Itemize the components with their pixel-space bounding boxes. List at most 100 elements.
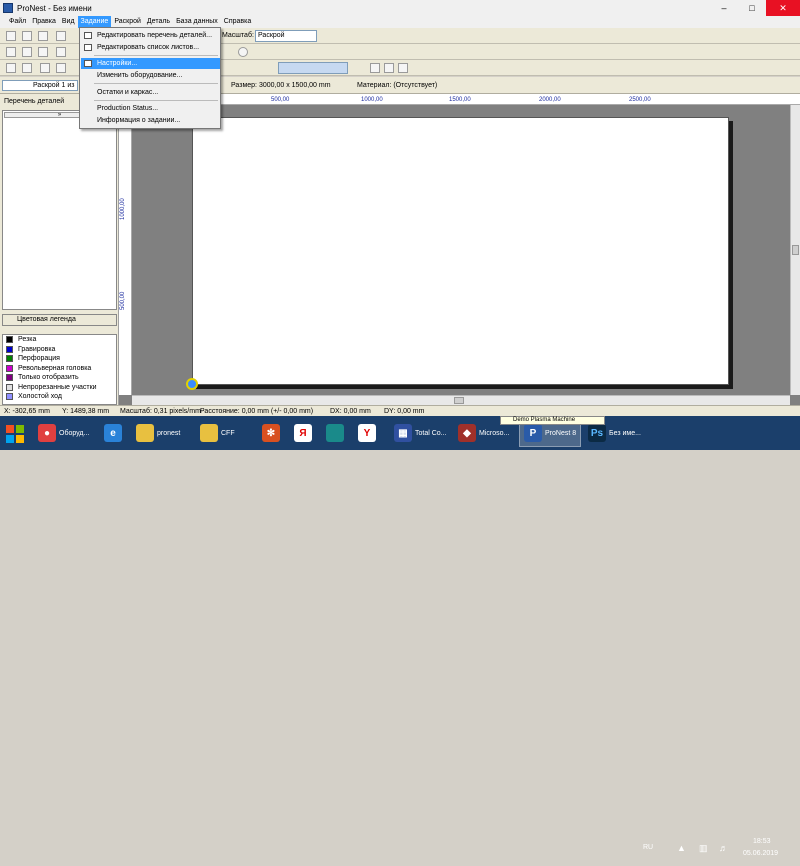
folder-icon bbox=[136, 424, 154, 442]
menu-edit[interactable]: Правка bbox=[29, 16, 59, 28]
status-distance: Расстояние: 0,00 mm (+/- 0,00 mm) bbox=[200, 408, 314, 415]
legend-item: Только отобразить bbox=[3, 373, 116, 383]
taskbar: ● Оборуд... e pronest CFF ✻ Я Y ▦ Total Co… bbox=[0, 416, 800, 857]
network-icon[interactable]: ▥ bbox=[699, 843, 708, 854]
print-icon[interactable] bbox=[56, 31, 66, 41]
legend-item: Холостой ход bbox=[3, 392, 116, 402]
taskbar-chrome[interactable]: ● Оборуд... bbox=[34, 419, 94, 447]
swatch-icon bbox=[6, 383, 13, 391]
menu-view[interactable]: Вид bbox=[59, 16, 78, 28]
swatch-icon bbox=[6, 364, 13, 372]
access-icon: ◆ bbox=[458, 424, 476, 442]
taskbar-folder-pronest[interactable]: pronest bbox=[132, 419, 192, 447]
swatch-icon bbox=[6, 393, 13, 401]
align-right-icon[interactable] bbox=[398, 63, 408, 73]
menu-item-change-machine[interactable]: Изменить оборудование... bbox=[81, 70, 220, 81]
scale-select[interactable]: Раскрой bbox=[255, 30, 317, 42]
language-indicator[interactable]: RU bbox=[643, 844, 653, 851]
origin-icon bbox=[186, 378, 198, 390]
clock-date[interactable]: 05.06.2019 bbox=[743, 850, 778, 857]
menu-file[interactable]: Файл bbox=[6, 16, 29, 28]
taskbar-tablet-app[interactable] bbox=[322, 419, 350, 447]
legend-item: Резка bbox=[3, 335, 116, 345]
system-tray: RU ▲ ▥ ♬ 18:53 05.06.2019 bbox=[635, 832, 800, 866]
menu-item-job-info[interactable]: Информация о задании... bbox=[81, 115, 220, 126]
swatch-icon bbox=[6, 336, 13, 344]
status-bar: X: -302,65 mm Y: 1489,38 mm Масштаб: 0,3… bbox=[0, 405, 800, 416]
undo-icon[interactable] bbox=[6, 63, 16, 73]
status-dx: DX: 0,00 mm bbox=[330, 408, 371, 415]
menu-help[interactable]: Справка bbox=[221, 16, 254, 28]
totalcmd-icon: ▦ bbox=[394, 424, 412, 442]
cut-icon[interactable] bbox=[6, 47, 16, 57]
legend-item: Гравировка bbox=[3, 345, 116, 355]
save-icon[interactable] bbox=[38, 31, 48, 41]
checkbox-icon bbox=[84, 60, 92, 67]
yandex-browser-icon: Y bbox=[358, 424, 376, 442]
status-y: Y: 1489,38 mm bbox=[62, 408, 110, 415]
redo-icon[interactable] bbox=[22, 63, 32, 73]
ruler-horizontal: 500,00 1000,00 1500,00 2000,00 2500,00 bbox=[119, 94, 800, 105]
legend-item: Непрорезанные участки bbox=[3, 383, 116, 393]
color-legend: Резка Гравировка Перфорация Револьверная… bbox=[2, 334, 117, 405]
menu-item-edit-sheets[interactable]: Редактировать список листов... bbox=[81, 42, 220, 53]
window-title: ProNest - Без имени bbox=[17, 3, 92, 13]
left-panel: Перечень деталей » Цветовая легенда Резк… bbox=[0, 94, 119, 405]
grid-icon[interactable] bbox=[56, 47, 66, 57]
ruler-tick: 1000,00 bbox=[120, 198, 126, 220]
tray-arrow-icon[interactable]: ▲ bbox=[677, 843, 686, 853]
sheet-plate[interactable] bbox=[192, 117, 729, 385]
legend-item: Револьверная головка bbox=[3, 364, 116, 374]
menu-item-settings[interactable]: Настройки... bbox=[81, 58, 220, 69]
status-x: X: -302,65 mm bbox=[4, 408, 50, 415]
menu-item-production-status[interactable]: Production Status... bbox=[81, 103, 220, 114]
yandex-icon: Я bbox=[294, 424, 312, 442]
copy-icon[interactable] bbox=[22, 47, 32, 57]
clock-time[interactable]: 18:53 bbox=[753, 838, 771, 845]
ie-icon: e bbox=[104, 424, 122, 442]
swatch-icon bbox=[6, 355, 13, 363]
swatch-icon bbox=[6, 374, 13, 382]
vertical-scrollbar[interactable] bbox=[790, 105, 800, 395]
maximize-button[interactable]: □ bbox=[738, 0, 766, 16]
taskbar-ie[interactable]: e bbox=[100, 419, 128, 447]
swatch-icon bbox=[6, 345, 13, 353]
stop-icon[interactable] bbox=[238, 47, 248, 57]
taskbar-total-commander[interactable]: ▦ Total Co... bbox=[390, 419, 450, 447]
minimize-button[interactable]: – bbox=[710, 0, 738, 16]
wheel-icon: ✻ bbox=[262, 424, 280, 442]
scale-label: Масштаб: bbox=[222, 32, 254, 39]
volume-icon[interactable]: ♬ bbox=[719, 843, 728, 853]
align-center-icon[interactable] bbox=[384, 63, 394, 73]
status-dy: DY: 0,00 mm bbox=[384, 408, 425, 415]
ruler-tick: 2000,00 bbox=[539, 97, 561, 103]
ruler-tick: 500,00 bbox=[120, 291, 126, 310]
taskbar-app-orange[interactable]: ✻ bbox=[258, 419, 286, 447]
legend-title: Цветовая легенда bbox=[2, 314, 117, 326]
rotate-icon[interactable] bbox=[40, 63, 50, 73]
start-button[interactable] bbox=[4, 423, 26, 445]
align-left-icon[interactable] bbox=[370, 63, 380, 73]
horizontal-scrollbar[interactable] bbox=[132, 395, 790, 405]
rotation-field[interactable] bbox=[278, 62, 348, 74]
menu-item-remnants[interactable]: Остатки и каркас... bbox=[81, 87, 220, 98]
title-bar: ProNest - Без имени – □ ✕ bbox=[0, 0, 800, 16]
sheet-size: Размер: 3000,00 x 1500,00 mm bbox=[231, 82, 331, 89]
mirror-icon[interactable] bbox=[56, 63, 66, 73]
open-icon[interactable] bbox=[22, 31, 32, 41]
parts-list-icon bbox=[84, 32, 92, 39]
taskbar-yandex[interactable]: Я bbox=[290, 419, 318, 447]
ruler-tick: 1000,00 bbox=[361, 97, 383, 103]
close-button[interactable]: ✕ bbox=[766, 0, 800, 16]
ruler-tick: 500,00 bbox=[271, 97, 290, 103]
taskbar-folder-cff[interactable]: CFF bbox=[196, 419, 254, 447]
legend-item: Перфорация bbox=[3, 354, 116, 364]
new-icon[interactable] bbox=[6, 31, 16, 41]
menu-item-edit-parts[interactable]: Редактировать перечень деталей... bbox=[81, 30, 220, 41]
tab-parts-list[interactable]: Перечень деталей bbox=[2, 96, 64, 108]
nest-select[interactable]: Раскрой 1 из bbox=[2, 80, 78, 91]
status-scale: Масштаб: 0,31 pixels/mm bbox=[120, 408, 201, 415]
taskbar-yandex-browser[interactable]: Y bbox=[354, 419, 382, 447]
ruler-vertical: 1000,00 500,00 bbox=[119, 105, 132, 395]
paste-icon[interactable] bbox=[38, 47, 48, 57]
